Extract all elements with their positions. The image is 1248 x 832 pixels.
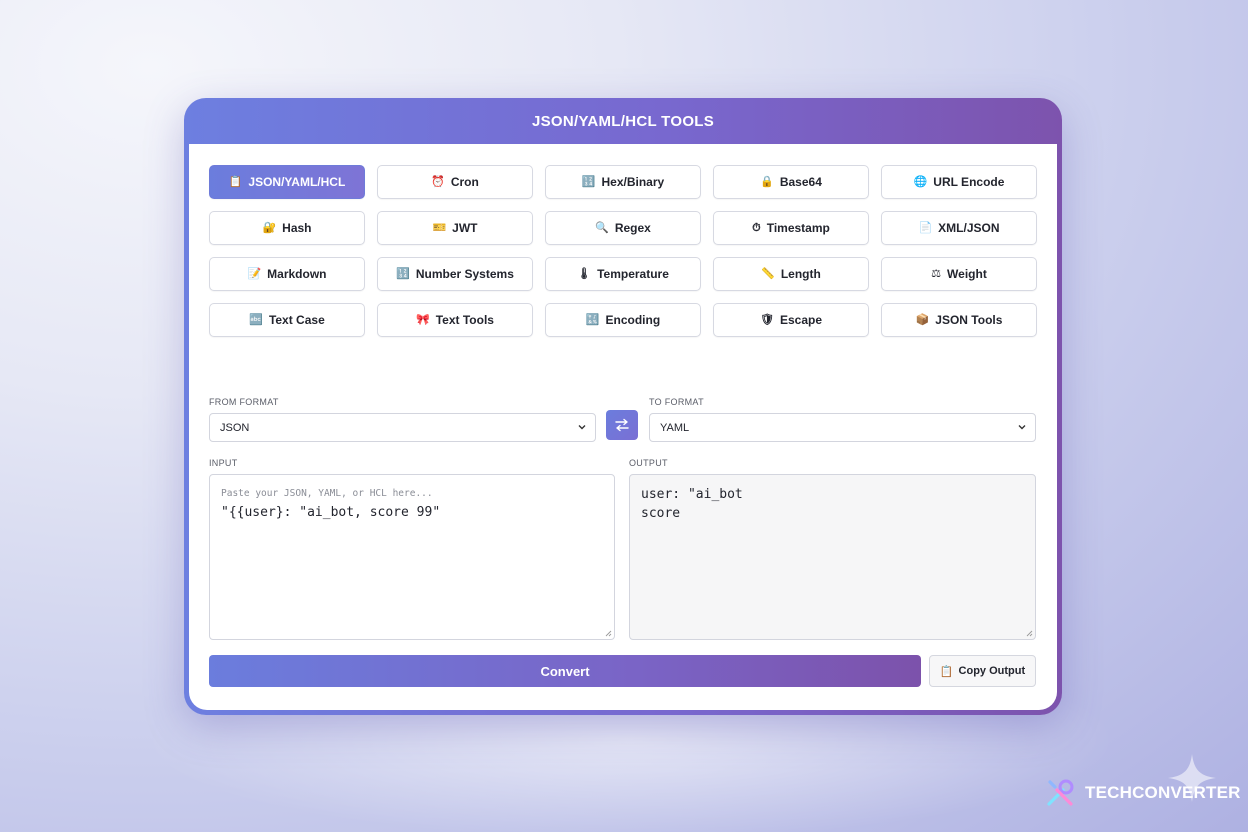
tool-button-url-encode[interactable]: 🌐 URL Encode xyxy=(881,165,1037,199)
input-label: INPUT xyxy=(209,458,238,468)
tool-label: Weight xyxy=(947,267,987,281)
tool-button-text-case[interactable]: 🔤 Text Case xyxy=(209,303,365,337)
text-case-icon: 🔤 xyxy=(249,313,263,326)
to-format-value: YAML xyxy=(660,421,690,434)
tool-button-hex-binary[interactable]: 🔢 Hex/Binary xyxy=(545,165,701,199)
tool-label: JSON Tools xyxy=(935,313,1003,327)
tool-button-temperature[interactable]: 🌡 Temperature xyxy=(545,257,701,291)
input-textarea[interactable]: Paste your JSON, YAML, or HCL here... "{… xyxy=(209,474,615,640)
length-icon: 📏 xyxy=(761,267,775,280)
resize-handle-icon[interactable] xyxy=(1026,630,1033,637)
window-title: JSON/YAML/HCL TOOLS xyxy=(531,112,715,130)
to-format-label: TO FORMAT xyxy=(649,397,704,407)
tool-label: Escape xyxy=(779,313,822,327)
xml-json-icon: 📄 xyxy=(918,221,933,234)
tool-label: Encoding xyxy=(605,313,661,327)
chevron-down-icon xyxy=(1018,425,1026,430)
url-encode-icon: 🌐 xyxy=(913,175,928,188)
from-format-value: JSON xyxy=(220,421,250,434)
hash-icon: 🔐 xyxy=(262,221,277,234)
tool-label: JSON/YAML/HCL xyxy=(248,175,346,189)
tool-label: Temperature xyxy=(597,267,669,281)
tool-button-json-yaml-hcl[interactable]: 📋 JSON/YAML/HCL xyxy=(209,165,365,199)
output-line: score xyxy=(641,506,681,521)
swap-formats-button[interactable] xyxy=(606,410,638,440)
weight-icon: ⚖ xyxy=(931,267,942,280)
hex-binary-icon: 🔢 xyxy=(581,175,596,188)
chevron-down-icon xyxy=(578,425,586,430)
tool-label: XML/JSON xyxy=(938,221,1000,235)
tool-label: Length xyxy=(780,267,821,281)
tool-button-regex[interactable]: 🔍 Regex xyxy=(545,211,701,245)
base64-icon: 🔒 xyxy=(760,175,774,188)
tool-button-jwt[interactable]: 🎫 JWT xyxy=(377,211,533,245)
clipboard-icon: 📋 xyxy=(939,665,954,678)
tool-label: JWT xyxy=(452,221,478,235)
swap-arrows-icon xyxy=(615,418,629,432)
from-format-label: FROM FORMAT xyxy=(209,397,279,407)
tool-button-number-systems[interactable]: 🔢 Number Systems xyxy=(377,257,533,291)
json-tools-icon: 📦 xyxy=(915,313,930,326)
tool-button-timestamp[interactable]: ⏱ Timestamp xyxy=(713,211,869,245)
json-yaml-hcl-icon: 📋 xyxy=(228,175,243,188)
copy-output-button[interactable]: 📋 Copy Output xyxy=(929,655,1036,687)
tool-label: Timestamp xyxy=(766,221,830,235)
tool-button-escape[interactable]: 🛡 Escape xyxy=(713,303,869,337)
text-tools-icon: 🎀 xyxy=(416,313,430,326)
tool-label: URL Encode xyxy=(933,175,1005,189)
tool-button-hash[interactable]: 🔐 Hash xyxy=(209,211,365,245)
app-window: JSON/YAML/HCL TOOLS 📋 JSON/YAML/HCL ⏰ Cron 🔢… xyxy=(184,98,1062,715)
tool-label: Hash xyxy=(282,221,312,235)
tool-label: Text Tools xyxy=(435,313,494,327)
tool-grid: 📋 JSON/YAML/HCL ⏰ Cron 🔢 Hex/Binary 🔒 Base64 🌐 UR… xyxy=(209,165,1037,337)
input-placeholder: Paste your JSON, YAML, or HCL here... xyxy=(221,488,433,499)
tool-label: Markdown xyxy=(267,267,327,281)
brand: TECHCONVERTER xyxy=(1043,776,1241,810)
number-systems-icon: 🔢 xyxy=(396,267,410,280)
brand-name: TECHCONVERTER xyxy=(1085,783,1241,802)
jwt-icon: 🎫 xyxy=(432,221,447,234)
output-line: user: "ai_bot xyxy=(641,487,743,502)
resize-handle-icon[interactable] xyxy=(605,630,612,637)
encoding-icon: 🔣 xyxy=(585,313,600,326)
timestamp-icon: ⏱ xyxy=(752,221,761,234)
main-panel: 📋 JSON/YAML/HCL ⏰ Cron 🔢 Hex/Binary 🔒 Base64 🌐 UR… xyxy=(189,144,1057,710)
tool-label: Text Case xyxy=(268,313,325,327)
output-textarea[interactable]: user: "ai_bot score xyxy=(629,474,1036,640)
tool-label: Regex xyxy=(614,221,651,235)
from-format-select[interactable]: JSON xyxy=(209,413,596,442)
input-value: "{{user}: "ai_bot, score 99" xyxy=(221,505,441,520)
tool-button-encoding[interactable]: 🔣 Encoding xyxy=(545,303,701,337)
to-format-select[interactable]: YAML xyxy=(649,413,1036,442)
convert-button[interactable]: Convert xyxy=(209,655,921,687)
regex-icon: 🔍 xyxy=(595,221,609,234)
tool-button-markdown[interactable]: 📝 Markdown xyxy=(209,257,365,291)
tool-label: Base64 xyxy=(779,175,822,189)
markdown-icon: 📝 xyxy=(247,267,262,280)
tool-button-xml-json[interactable]: 📄 XML/JSON xyxy=(881,211,1037,245)
tool-label: Hex/Binary xyxy=(601,175,665,189)
tool-label: Cron xyxy=(450,175,479,189)
tool-button-text-tools[interactable]: 🎀 Text Tools xyxy=(377,303,533,337)
tool-button-length[interactable]: 📏 Length xyxy=(713,257,869,291)
tool-button-base64[interactable]: 🔒 Base64 xyxy=(713,165,869,199)
temperature-icon: 🌡 xyxy=(577,267,592,280)
wrench-screwdriver-logo-icon xyxy=(1047,779,1074,806)
output-label: OUTPUT xyxy=(629,458,668,468)
tool-button-cron[interactable]: ⏰ Cron xyxy=(377,165,533,199)
copy-output-label: Copy Output xyxy=(958,665,1026,677)
tool-button-weight[interactable]: ⚖ Weight xyxy=(881,257,1037,291)
tool-label: Number Systems xyxy=(415,267,514,281)
tool-button-json-tools[interactable]: 📦 JSON Tools xyxy=(881,303,1037,337)
cron-icon: ⏰ xyxy=(431,175,445,188)
escape-icon: 🛡 xyxy=(760,313,774,326)
